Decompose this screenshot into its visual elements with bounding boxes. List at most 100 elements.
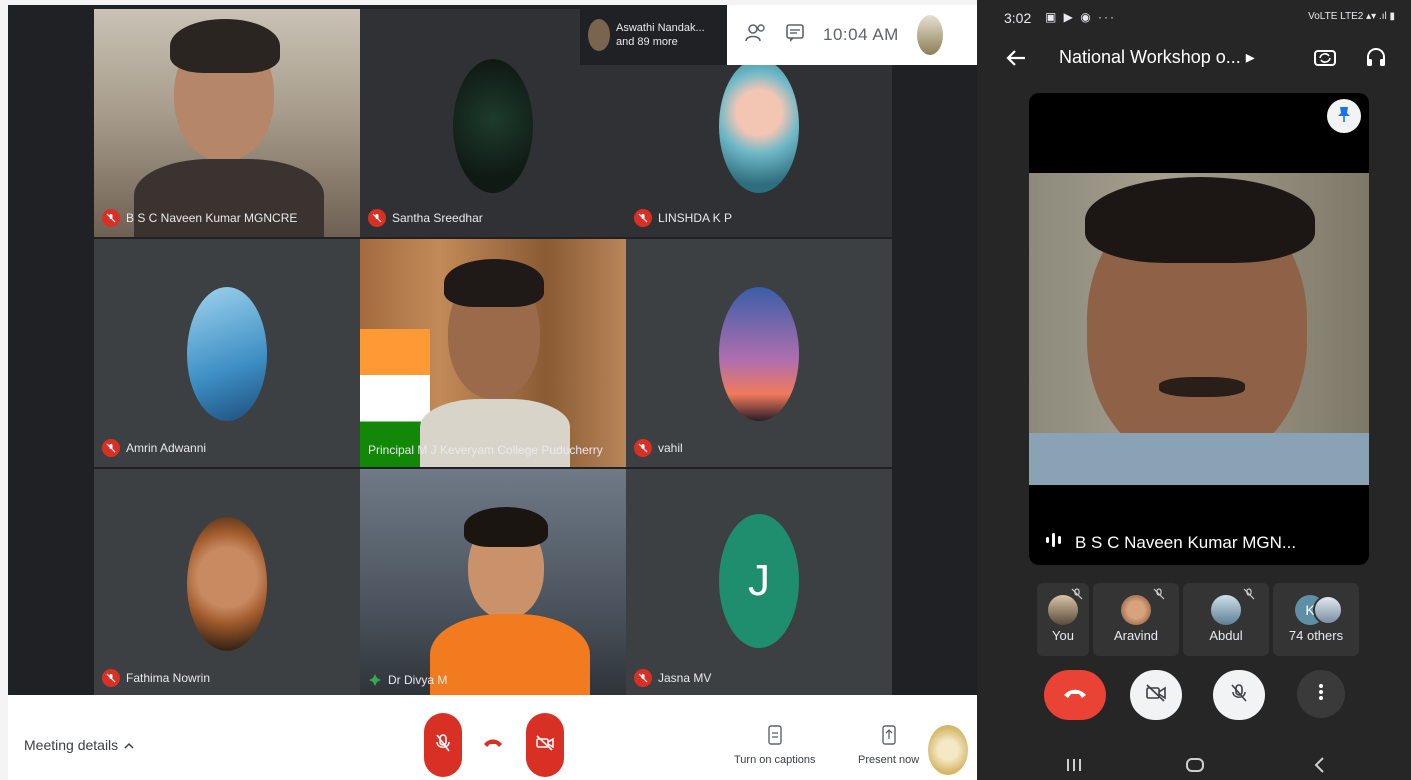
captions-label: Turn on captions bbox=[734, 754, 816, 766]
meeting-details-label: Meeting details bbox=[24, 737, 119, 753]
participant-thumb-label: You bbox=[1052, 628, 1074, 643]
more-vert-icon bbox=[1318, 683, 1324, 706]
people-icon[interactable] bbox=[745, 23, 767, 48]
mic-off-icon bbox=[634, 439, 652, 457]
avatar bbox=[1211, 595, 1241, 625]
mic-off-icon bbox=[1243, 587, 1255, 605]
meeting-title[interactable]: National Workshop o... ▸ bbox=[1059, 47, 1255, 68]
avatar-image bbox=[187, 287, 267, 421]
camera-off-icon bbox=[535, 734, 555, 757]
avatar-initial: J bbox=[719, 514, 799, 648]
back-icon[interactable] bbox=[1313, 757, 1325, 778]
mic-off-icon bbox=[634, 669, 652, 687]
status-time: 3:02 bbox=[1004, 10, 1032, 26]
chat-icon[interactable] bbox=[785, 23, 805, 48]
participant-tile[interactable]: J Jasna MV bbox=[626, 469, 892, 695]
chip-line-1: Aswathi Nandak... bbox=[616, 22, 705, 34]
more-participants-chip[interactable]: Aswathi Nandak... and 89 more bbox=[580, 5, 727, 65]
notification-icons: ▣ ▶ ◉ ··· bbox=[1045, 10, 1117, 24]
mic-toggle-button[interactable] bbox=[424, 713, 462, 777]
participant-thumb-label: 74 others bbox=[1288, 628, 1344, 643]
self-avatar[interactable] bbox=[916, 15, 943, 55]
signal-battery-indicators: VoLTE LTE2 ▴▾ .ıl ▮ bbox=[1308, 11, 1395, 22]
mic-on-icon bbox=[368, 673, 382, 687]
participant-tile[interactable]: B S C Naveen Kumar MGNCRE bbox=[94, 9, 360, 237]
desktop-meet-grid: B S C Naveen Kumar MGNCRE Santha Sreedha… bbox=[8, 5, 977, 695]
participant-thumb-abdul[interactable]: Abdul bbox=[1183, 583, 1269, 656]
participant-name: Amrin Adwanni bbox=[126, 441, 207, 455]
avatar bbox=[588, 19, 610, 51]
participant-thumb-label: Aravind bbox=[1113, 628, 1159, 643]
participant-name: B S C Naveen Kumar MGNCRE bbox=[126, 211, 298, 225]
leave-call-icon[interactable] bbox=[482, 735, 504, 749]
clock-time: 10:04 AM bbox=[823, 25, 899, 44]
present-now-button[interactable]: Present now bbox=[858, 725, 919, 766]
desktop-top-bar: 10:04 AM bbox=[727, 5, 977, 65]
mustache-shape bbox=[1159, 377, 1245, 397]
mic-off-icon bbox=[102, 669, 120, 687]
hair-shape bbox=[1085, 177, 1315, 263]
participant-thumb-aravind[interactable]: Aravind bbox=[1093, 583, 1179, 656]
avatar-image bbox=[187, 517, 267, 651]
avatar-image bbox=[719, 287, 799, 421]
android-nav-bar bbox=[977, 748, 1411, 780]
captions-button[interactable]: Turn on captions bbox=[734, 725, 816, 766]
mic-off-icon bbox=[1071, 587, 1083, 605]
mic-off-icon bbox=[368, 209, 386, 227]
end-call-button[interactable] bbox=[1044, 670, 1106, 720]
watermark-logo bbox=[928, 725, 968, 775]
participant-name: Santha Sreedhar bbox=[392, 211, 483, 225]
desktop-control-bar: Meeting details Turn on captions Present… bbox=[8, 695, 977, 780]
mic-off-icon bbox=[1230, 683, 1248, 708]
hair-shape bbox=[170, 19, 280, 73]
meeting-details-button[interactable]: Meeting details bbox=[24, 737, 134, 753]
participant-tile[interactable]: Principal M J Keveryam College Puducherr… bbox=[360, 239, 626, 467]
present-icon bbox=[881, 725, 897, 748]
shirt-shape bbox=[1029, 433, 1369, 485]
participant-name: Dr Divya M bbox=[388, 673, 448, 687]
hair-shape bbox=[444, 259, 544, 307]
mic-off-icon bbox=[102, 209, 120, 227]
mic-off-icon bbox=[634, 209, 652, 227]
camera-off-icon bbox=[1145, 683, 1167, 707]
more-options-button[interactable] bbox=[1297, 670, 1345, 718]
pin-icon bbox=[1336, 105, 1352, 128]
back-arrow-icon[interactable] bbox=[1005, 48, 1027, 73]
participant-name: LINSHDA K P bbox=[658, 211, 733, 225]
participant-name: Principal M J Keveryam College Puducherr… bbox=[368, 443, 603, 457]
screenshot-root: B S C Naveen Kumar MGNCRE Santha Sreedha… bbox=[0, 0, 1411, 780]
hang-up-icon bbox=[1062, 686, 1088, 705]
participant-tile[interactable]: Fathima Nowrin bbox=[94, 469, 360, 695]
audio-level-icon bbox=[1045, 532, 1063, 553]
mic-off-icon bbox=[435, 733, 451, 758]
participant-tile[interactable]: Amrin Adwanni bbox=[94, 239, 360, 467]
participant-thumb-label: Abdul bbox=[1209, 628, 1243, 643]
pin-button[interactable] bbox=[1327, 99, 1361, 133]
phone-header: National Workshop o... ▸ bbox=[977, 40, 1411, 76]
camera-toggle-button[interactable] bbox=[526, 713, 564, 777]
captions-icon bbox=[767, 725, 783, 748]
recents-icon[interactable] bbox=[1065, 758, 1083, 777]
participant-name: Fathima Nowrin bbox=[126, 671, 211, 685]
camera-toggle-button[interactable] bbox=[1130, 670, 1182, 720]
participant-tile[interactable]: vahil bbox=[626, 239, 892, 467]
chevron-up-icon bbox=[124, 737, 134, 753]
mic-off-icon bbox=[1153, 587, 1165, 605]
participant-thumb-others[interactable]: K 74 others bbox=[1273, 583, 1359, 656]
audio-output-icon[interactable] bbox=[1365, 46, 1387, 73]
shirt-shape bbox=[430, 614, 590, 695]
participant-name: vahil bbox=[658, 441, 683, 455]
participant-tile[interactable]: Dr Divya M bbox=[360, 469, 626, 695]
switch-camera-icon[interactable] bbox=[1313, 46, 1337, 73]
mic-toggle-button[interactable] bbox=[1213, 670, 1265, 720]
participant-thumb-you[interactable]: You bbox=[1037, 583, 1089, 656]
active-speaker-video[interactable]: B S C Naveen Kumar MGN... bbox=[1029, 93, 1369, 565]
avatar bbox=[1313, 595, 1343, 625]
avatar bbox=[1121, 595, 1151, 625]
home-icon[interactable] bbox=[1185, 757, 1205, 778]
present-label: Present now bbox=[858, 754, 920, 766]
avatar-image bbox=[453, 59, 533, 193]
avatar-image bbox=[719, 59, 799, 193]
status-bar: 3:02 ▣ ▶ ◉ ··· VoLTE LTE2 ▴▾ .ıl ▮ bbox=[977, 6, 1411, 28]
chip-line-2: and 89 more bbox=[616, 36, 678, 48]
